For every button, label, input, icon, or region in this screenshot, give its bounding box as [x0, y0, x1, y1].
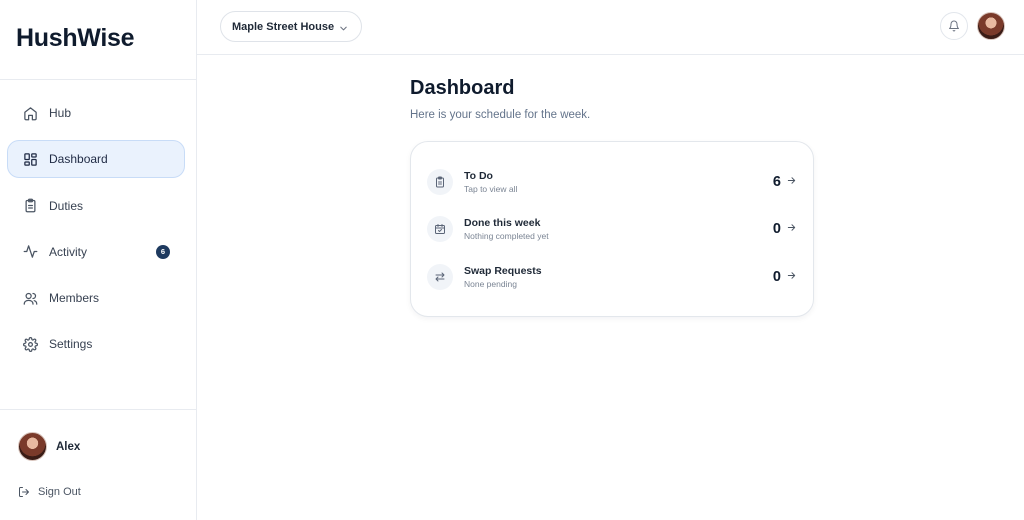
sign-out-button[interactable]: Sign Out — [18, 486, 81, 498]
row-subtitle: Tap to view all — [464, 184, 518, 194]
grid-icon — [22, 151, 38, 167]
topbar: Maple Street House — [197, 0, 1024, 55]
row-title: Swap Requests — [464, 265, 542, 277]
chevron-down-icon — [338, 21, 349, 39]
house-selector[interactable]: Maple Street House — [220, 11, 362, 42]
sidebar-item-label: Dashboard — [49, 152, 108, 167]
activity-icon — [22, 244, 38, 260]
sign-out-label: Sign Out — [38, 486, 81, 498]
sidebar-item-activity[interactable]: Activity 6 — [7, 233, 185, 271]
user-name: Alex — [56, 440, 81, 453]
sidebar: HushWise Hub Dashboard Duties Activity 6… — [0, 0, 197, 520]
row-count: 0 — [772, 269, 781, 285]
sidebar-item-duties[interactable]: Duties — [7, 187, 185, 225]
avatar — [18, 432, 47, 461]
row-subtitle: None pending — [464, 279, 517, 289]
page-title: Dashboard — [410, 77, 515, 99]
done-this-week-row[interactable]: Done this week Nothing completed yet 0 — [427, 209, 799, 249]
divider — [0, 79, 196, 80]
sidebar-item-settings[interactable]: Settings — [7, 325, 185, 363]
avatar[interactable] — [977, 12, 1005, 40]
bell-icon — [948, 20, 960, 32]
todo-row[interactable]: To Do Tap to view all 6 — [427, 162, 799, 202]
divider — [0, 409, 196, 410]
arrow-right-icon — [786, 220, 797, 238]
house-selector-label: Maple Street House — [232, 20, 335, 33]
row-subtitle: Nothing completed yet — [464, 231, 549, 241]
swap-icon — [427, 264, 453, 290]
arrow-right-icon — [786, 173, 797, 191]
gear-icon — [22, 336, 38, 352]
row-count: 6 — [772, 174, 781, 190]
users-icon — [22, 290, 38, 306]
row-title: To Do — [464, 170, 493, 182]
page-subtitle: Here is your schedule for the week. — [410, 109, 591, 121]
logout-icon — [18, 486, 30, 498]
calendar-check-icon — [427, 216, 453, 242]
sidebar-item-hub[interactable]: Hub — [7, 94, 185, 132]
swap-requests-row[interactable]: Swap Requests None pending 0 — [427, 257, 799, 297]
clipboard-icon — [22, 198, 38, 214]
brand-logo[interactable]: HushWise — [16, 24, 135, 53]
sidebar-item-label: Activity — [49, 244, 88, 259]
sidebar-item-dashboard[interactable]: Dashboard — [7, 140, 185, 179]
sidebar-nav: Hub Dashboard Duties Activity 6 Members … — [7, 94, 185, 372]
user-profile[interactable]: Alex — [18, 432, 80, 461]
row-count: 0 — [772, 221, 781, 237]
activity-count-badge: 6 — [156, 244, 170, 259]
sidebar-item-label: Duties — [49, 198, 84, 213]
notifications-button[interactable] — [940, 12, 968, 40]
clipboard-icon — [427, 169, 453, 195]
summary-card: To Do Tap to view all 6 Done this week N… — [410, 141, 814, 317]
arrow-right-icon — [786, 268, 797, 286]
sidebar-item-label: Members — [49, 291, 100, 306]
home-icon — [22, 105, 38, 121]
sidebar-item-label: Settings — [49, 337, 93, 352]
sidebar-item-members[interactable]: Members — [7, 279, 185, 317]
sidebar-item-label: Hub — [49, 106, 72, 120]
row-title: Done this week — [464, 217, 541, 229]
